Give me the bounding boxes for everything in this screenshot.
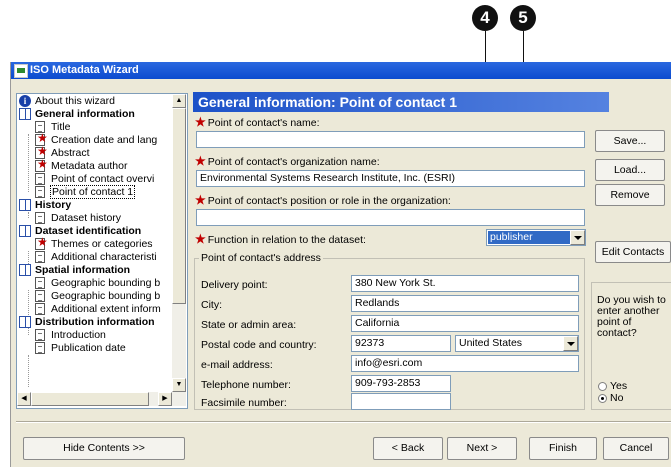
address-group-title: Point of contact's address [199,252,323,264]
email-label: e-mail address: [201,359,273,371]
email-field[interactable]: info@esri.com [351,355,579,372]
tree-item-about[interactable]: i About this wizard [19,95,115,108]
no-radio-label: No [610,392,624,404]
window-title: ISO Metadata Wizard [30,64,139,76]
hide-contents-button[interactable]: Hide Contents >> [23,437,185,460]
postal-label: Postal code and country: [201,339,317,351]
back-button[interactable]: < Back [373,437,443,460]
tree-horizontal-scrollbar[interactable]: ◀ ▶ [17,392,186,406]
scroll-down-arrow-icon[interactable]: ▼ [172,378,186,392]
chevron-down-icon[interactable] [563,336,578,351]
page-icon [35,329,45,341]
yes-radio-label: Yes [610,380,628,392]
country-select-value: United States [459,337,523,349]
another-contact-question: Do you wish to enter another point of co… [597,294,666,339]
state-field[interactable]: California [351,315,579,332]
tree-item-themes[interactable]: Themes or categories [35,236,153,251]
contents-tree[interactable]: i About this wizard General information T… [16,93,188,409]
tree-item-history[interactable]: History [19,199,71,212]
book-icon [19,199,31,211]
page-icon [35,251,45,263]
page-icon [35,212,45,224]
next-button[interactable]: Next > [447,437,517,460]
page-icon [35,290,45,302]
scroll-right-arrow-icon[interactable]: ▶ [158,392,172,406]
footer-divider [16,421,671,423]
page-icon [35,303,45,315]
title-bar: ISO Metadata Wizard [11,62,671,79]
book-icon [19,316,31,328]
city-field[interactable]: Redlands [351,295,579,312]
page-icon [35,277,45,289]
cancel-button[interactable]: Cancel [603,437,669,460]
required-page-icon [35,158,48,172]
required-star-icon: ★ [195,115,206,129]
yes-radio[interactable] [598,382,607,391]
position-field[interactable] [196,209,585,226]
finish-button[interactable]: Finish [529,437,597,460]
required-star-icon: ★ [195,193,206,207]
book-icon [19,225,31,237]
tree-item-metadata-author[interactable]: Metadata author [35,158,127,173]
name-label: ★ Point of contact's name: [195,115,320,129]
delivery-field[interactable]: 380 New York St. [351,275,579,292]
edit-contacts-button[interactable]: Edit Contacts [595,241,671,263]
iso-metadata-wizard-window: ISO Metadata Wizard i About this wizard G… [10,62,671,467]
tree-item-distribution-information[interactable]: Distribution information [19,316,155,329]
country-select[interactable]: United States [455,335,579,352]
fax-label: Facsimile number: [201,397,287,409]
position-label: ★ Point of contact's position or role in … [195,193,451,207]
info-icon: i [19,95,31,107]
page-icon [35,173,45,185]
callout-5: 5 [510,5,536,31]
tree-item-additional-characteristics[interactable]: Additional characteristi [35,251,157,264]
tree-item-geographic-bounding-1[interactable]: Geographic bounding b [35,277,160,290]
phone-label: Telephone number: [201,379,291,391]
tree-item-dataset-history[interactable]: Dataset history [35,212,121,225]
book-icon [19,264,31,276]
tree-vertical-scrollbar[interactable]: ▲ ▼ [172,94,186,392]
page-title: General information: Point of contact 1 [193,92,609,112]
tree-item-additional-extent[interactable]: Additional extent inform [35,303,161,316]
postal-code-field[interactable]: 92373 [351,335,451,352]
function-select[interactable]: publisher [486,229,586,246]
tree-item-spatial-information[interactable]: Spatial information [19,264,130,277]
fax-field[interactable] [351,393,451,410]
save-button[interactable]: Save... [595,130,665,152]
page-icon [35,342,45,354]
scroll-thumb[interactable] [172,108,186,304]
chevron-down-icon[interactable] [570,230,585,245]
tree-item-general-information[interactable]: General information [19,108,135,121]
tree-item-creation-date[interactable]: Creation date and lang [35,132,157,147]
name-field[interactable] [196,131,585,148]
phone-field[interactable]: 909-793-2853 [351,375,451,392]
app-icon [14,64,28,78]
scroll-left-arrow-icon[interactable]: ◀ [17,392,31,406]
required-star-icon: ★ [195,154,206,168]
tree-item-introduction[interactable]: Introduction [35,329,106,342]
tree-item-geographic-bounding-2[interactable]: Geographic bounding b [35,290,160,303]
callout-4: 4 [472,5,498,31]
function-label: ★ Function in relation to the dataset: [195,232,366,246]
book-icon [19,108,31,120]
scroll-up-arrow-icon[interactable]: ▲ [172,94,186,108]
state-label: State or admin area: [201,319,297,331]
load-button[interactable]: Load... [595,159,665,181]
delivery-label: Delivery point: [201,279,268,291]
org-label: ★ Point of contact's organization name: [195,154,380,168]
function-select-value: publisher [490,231,533,243]
required-page-icon [35,236,48,250]
no-radio[interactable] [598,394,607,403]
remove-button[interactable]: Remove [595,184,665,206]
required-star-icon: ★ [195,232,206,246]
page-icon [35,186,45,198]
org-name-field[interactable]: Environmental Systems Research Institute… [196,170,585,187]
tree-item-publication-date[interactable]: Publication date [35,342,126,355]
city-label: City: [201,299,222,311]
tree-item-point-of-contact-1[interactable]: Point of contact 1 [35,185,136,199]
scroll-thumb-horizontal[interactable] [31,392,149,406]
